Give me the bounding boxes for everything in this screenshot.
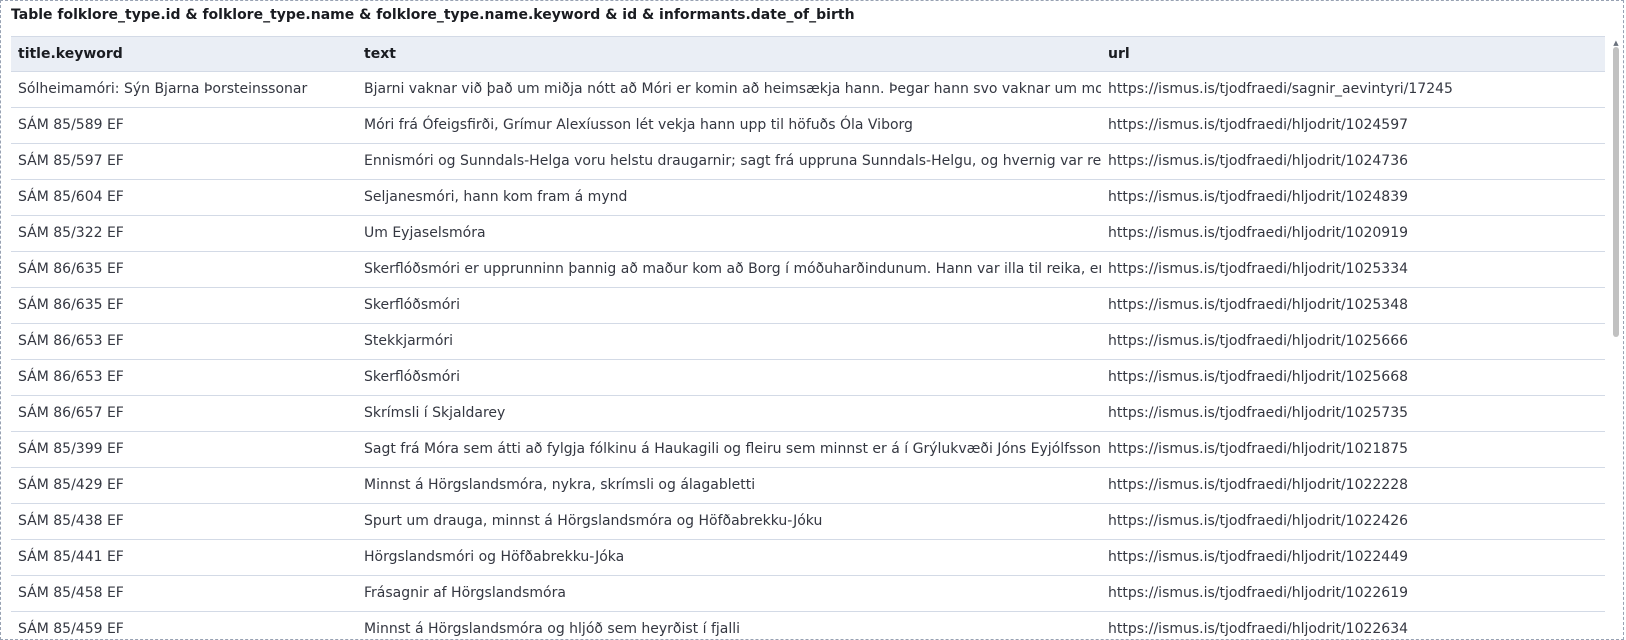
cell-url: https://ismus.is/tjodfraedi/hljodrit/102… xyxy=(1108,585,1409,601)
table-row[interactable]: SÁM 86/635 EF Skerflóðsmóri er upprunnin… xyxy=(11,252,1605,288)
cell-text: Minnst á Hörgslandsmóra, nykra, skrímsli… xyxy=(364,477,756,493)
table-row[interactable]: SÁM 85/429 EF Minnst á Hörgslandsmóra, n… xyxy=(11,468,1605,504)
table-row[interactable]: SÁM 86/653 EF Stekkjarmóri https://ismus… xyxy=(11,324,1605,360)
cell-url: https://ismus.is/tjodfraedi/hljodrit/102… xyxy=(1108,189,1409,205)
cell-text: Sagt frá Móra sem átti að fylgja fólkinu… xyxy=(364,441,1101,457)
cell-url: https://ismus.is/tjodfraedi/hljodrit/102… xyxy=(1108,369,1409,385)
cell-text: Um Eyjaselsmóra xyxy=(364,225,486,241)
table-row[interactable]: SÁM 85/458 EF Frásagnir af Hörgslandsmór… xyxy=(11,576,1605,612)
cell-text: Skrímsli í Skjaldarey xyxy=(364,405,506,421)
chevron-up-icon[interactable]: ▲ xyxy=(1611,39,1621,47)
cell-title-keyword: SÁM 85/597 EF xyxy=(18,153,124,169)
panel-title: Table folklore_type.id & folklore_type.n… xyxy=(11,7,855,23)
cell-text: Frásagnir af Hörgslandsmóra xyxy=(364,585,566,601)
cell-title-keyword: SÁM 86/635 EF xyxy=(18,261,124,277)
cell-title-keyword: SÁM 85/438 EF xyxy=(18,513,124,529)
cell-title-keyword: SÁM 86/657 EF xyxy=(18,405,124,421)
cell-url: https://ismus.is/tjodfraedi/hljodrit/102… xyxy=(1108,549,1409,565)
vertical-scrollbar[interactable]: ▲ xyxy=(1611,39,1621,639)
data-table: title.keyword text url Sólheimamóri: Sýn… xyxy=(11,36,1605,636)
cell-url: https://ismus.is/tjodfraedi/hljodrit/102… xyxy=(1108,261,1409,277)
cell-url: https://ismus.is/tjodfraedi/hljodrit/102… xyxy=(1108,153,1409,169)
cell-url: https://ismus.is/tjodfraedi/hljodrit/102… xyxy=(1108,621,1409,636)
cell-url: https://ismus.is/tjodfraedi/hljodrit/102… xyxy=(1108,297,1409,313)
cell-title-keyword: Sólheimamóri: Sýn Bjarna Þorsteinssonar xyxy=(18,81,308,97)
cell-url: https://ismus.is/tjodfraedi/sagnir_aevin… xyxy=(1108,81,1453,97)
cell-url: https://ismus.is/tjodfraedi/hljodrit/102… xyxy=(1108,225,1409,241)
column-header-text[interactable]: text xyxy=(357,37,1101,72)
cell-text: Bjarni vaknar við það um miðja nótt að M… xyxy=(364,81,1101,97)
table-panel: Table folklore_type.id & folklore_type.n… xyxy=(0,0,1624,640)
cell-title-keyword: SÁM 85/399 EF xyxy=(18,441,124,457)
column-header-url[interactable]: url xyxy=(1101,37,1605,72)
cell-title-keyword: SÁM 86/653 EF xyxy=(18,369,124,385)
table-row[interactable]: SÁM 85/604 EF Seljanesmóri, hann kom fra… xyxy=(11,180,1605,216)
cell-text: Ennismóri og Sunndals-Helga voru helstu … xyxy=(364,153,1101,169)
cell-text: Hörgslandsmóri og Höfðabrekku-Jóka xyxy=(364,549,625,565)
table-row[interactable]: SÁM 85/438 EF Spurt um drauga, minnst á … xyxy=(11,504,1605,540)
cell-title-keyword: SÁM 85/429 EF xyxy=(18,477,124,493)
table-row[interactable]: SÁM 85/589 EF Móri frá Ófeigsfirði, Grím… xyxy=(11,108,1605,144)
cell-url: https://ismus.is/tjodfraedi/hljodrit/102… xyxy=(1108,477,1409,493)
cell-title-keyword: SÁM 85/322 EF xyxy=(18,225,124,241)
cell-url: https://ismus.is/tjodfraedi/hljodrit/102… xyxy=(1108,117,1409,133)
cell-text: Seljanesmóri, hann kom fram á mynd xyxy=(364,189,628,205)
cell-title-keyword: SÁM 85/459 EF xyxy=(18,621,124,636)
cell-title-keyword: SÁM 86/653 EF xyxy=(18,333,124,349)
table-row[interactable]: SÁM 86/657 EF Skrímsli í Skjaldarey http… xyxy=(11,396,1605,432)
cell-url: https://ismus.is/tjodfraedi/hljodrit/102… xyxy=(1108,333,1409,349)
scrollbar-thumb[interactable] xyxy=(1613,47,1619,337)
cell-url: https://ismus.is/tjodfraedi/hljodrit/102… xyxy=(1108,513,1409,529)
table-row[interactable]: SÁM 85/322 EF Um Eyjaselsmóra https://is… xyxy=(11,216,1605,252)
cell-text: Skerflóðsmóri er upprunninn þannig að ma… xyxy=(364,261,1101,277)
cell-url: https://ismus.is/tjodfraedi/hljodrit/102… xyxy=(1108,441,1409,457)
table-row[interactable]: SÁM 85/441 EF Hörgslandsmóri og Höfðabre… xyxy=(11,540,1605,576)
cell-text: Móri frá Ófeigsfirði, Grímur Alexíusson … xyxy=(364,117,913,133)
cell-text: Skerflóðsmóri xyxy=(364,369,460,385)
cell-text: Spurt um drauga, minnst á Hörgslandsmóra… xyxy=(364,513,823,529)
cell-title-keyword: SÁM 86/635 EF xyxy=(18,297,124,313)
table-row[interactable]: SÁM 85/399 EF Sagt frá Móra sem átti að … xyxy=(11,432,1605,468)
table-row[interactable]: Sólheimamóri: Sýn Bjarna Þorsteinssonar … xyxy=(11,72,1605,108)
cell-text: Skerflóðsmóri xyxy=(364,297,460,313)
table-header-row: title.keyword text url xyxy=(11,36,1605,72)
cell-title-keyword: SÁM 85/441 EF xyxy=(18,549,124,565)
cell-text: Minnst á Hörgslandsmóra og hljóð sem hey… xyxy=(364,621,741,636)
cell-title-keyword: SÁM 85/589 EF xyxy=(18,117,124,133)
table-row[interactable]: SÁM 86/635 EF Skerflóðsmóri https://ismu… xyxy=(11,288,1605,324)
table-row[interactable]: SÁM 86/653 EF Skerflóðsmóri https://ismu… xyxy=(11,360,1605,396)
cell-text: Stekkjarmóri xyxy=(364,333,454,349)
table-row[interactable]: SÁM 85/597 EF Ennismóri og Sunndals-Helg… xyxy=(11,144,1605,180)
cell-title-keyword: SÁM 85/604 EF xyxy=(18,189,124,205)
cell-url: https://ismus.is/tjodfraedi/hljodrit/102… xyxy=(1108,405,1409,421)
cell-title-keyword: SÁM 85/458 EF xyxy=(18,585,124,601)
table-row[interactable]: SÁM 85/459 EF Minnst á Hörgslandsmóra og… xyxy=(11,612,1605,636)
column-header-title-keyword[interactable]: title.keyword xyxy=(11,37,357,72)
